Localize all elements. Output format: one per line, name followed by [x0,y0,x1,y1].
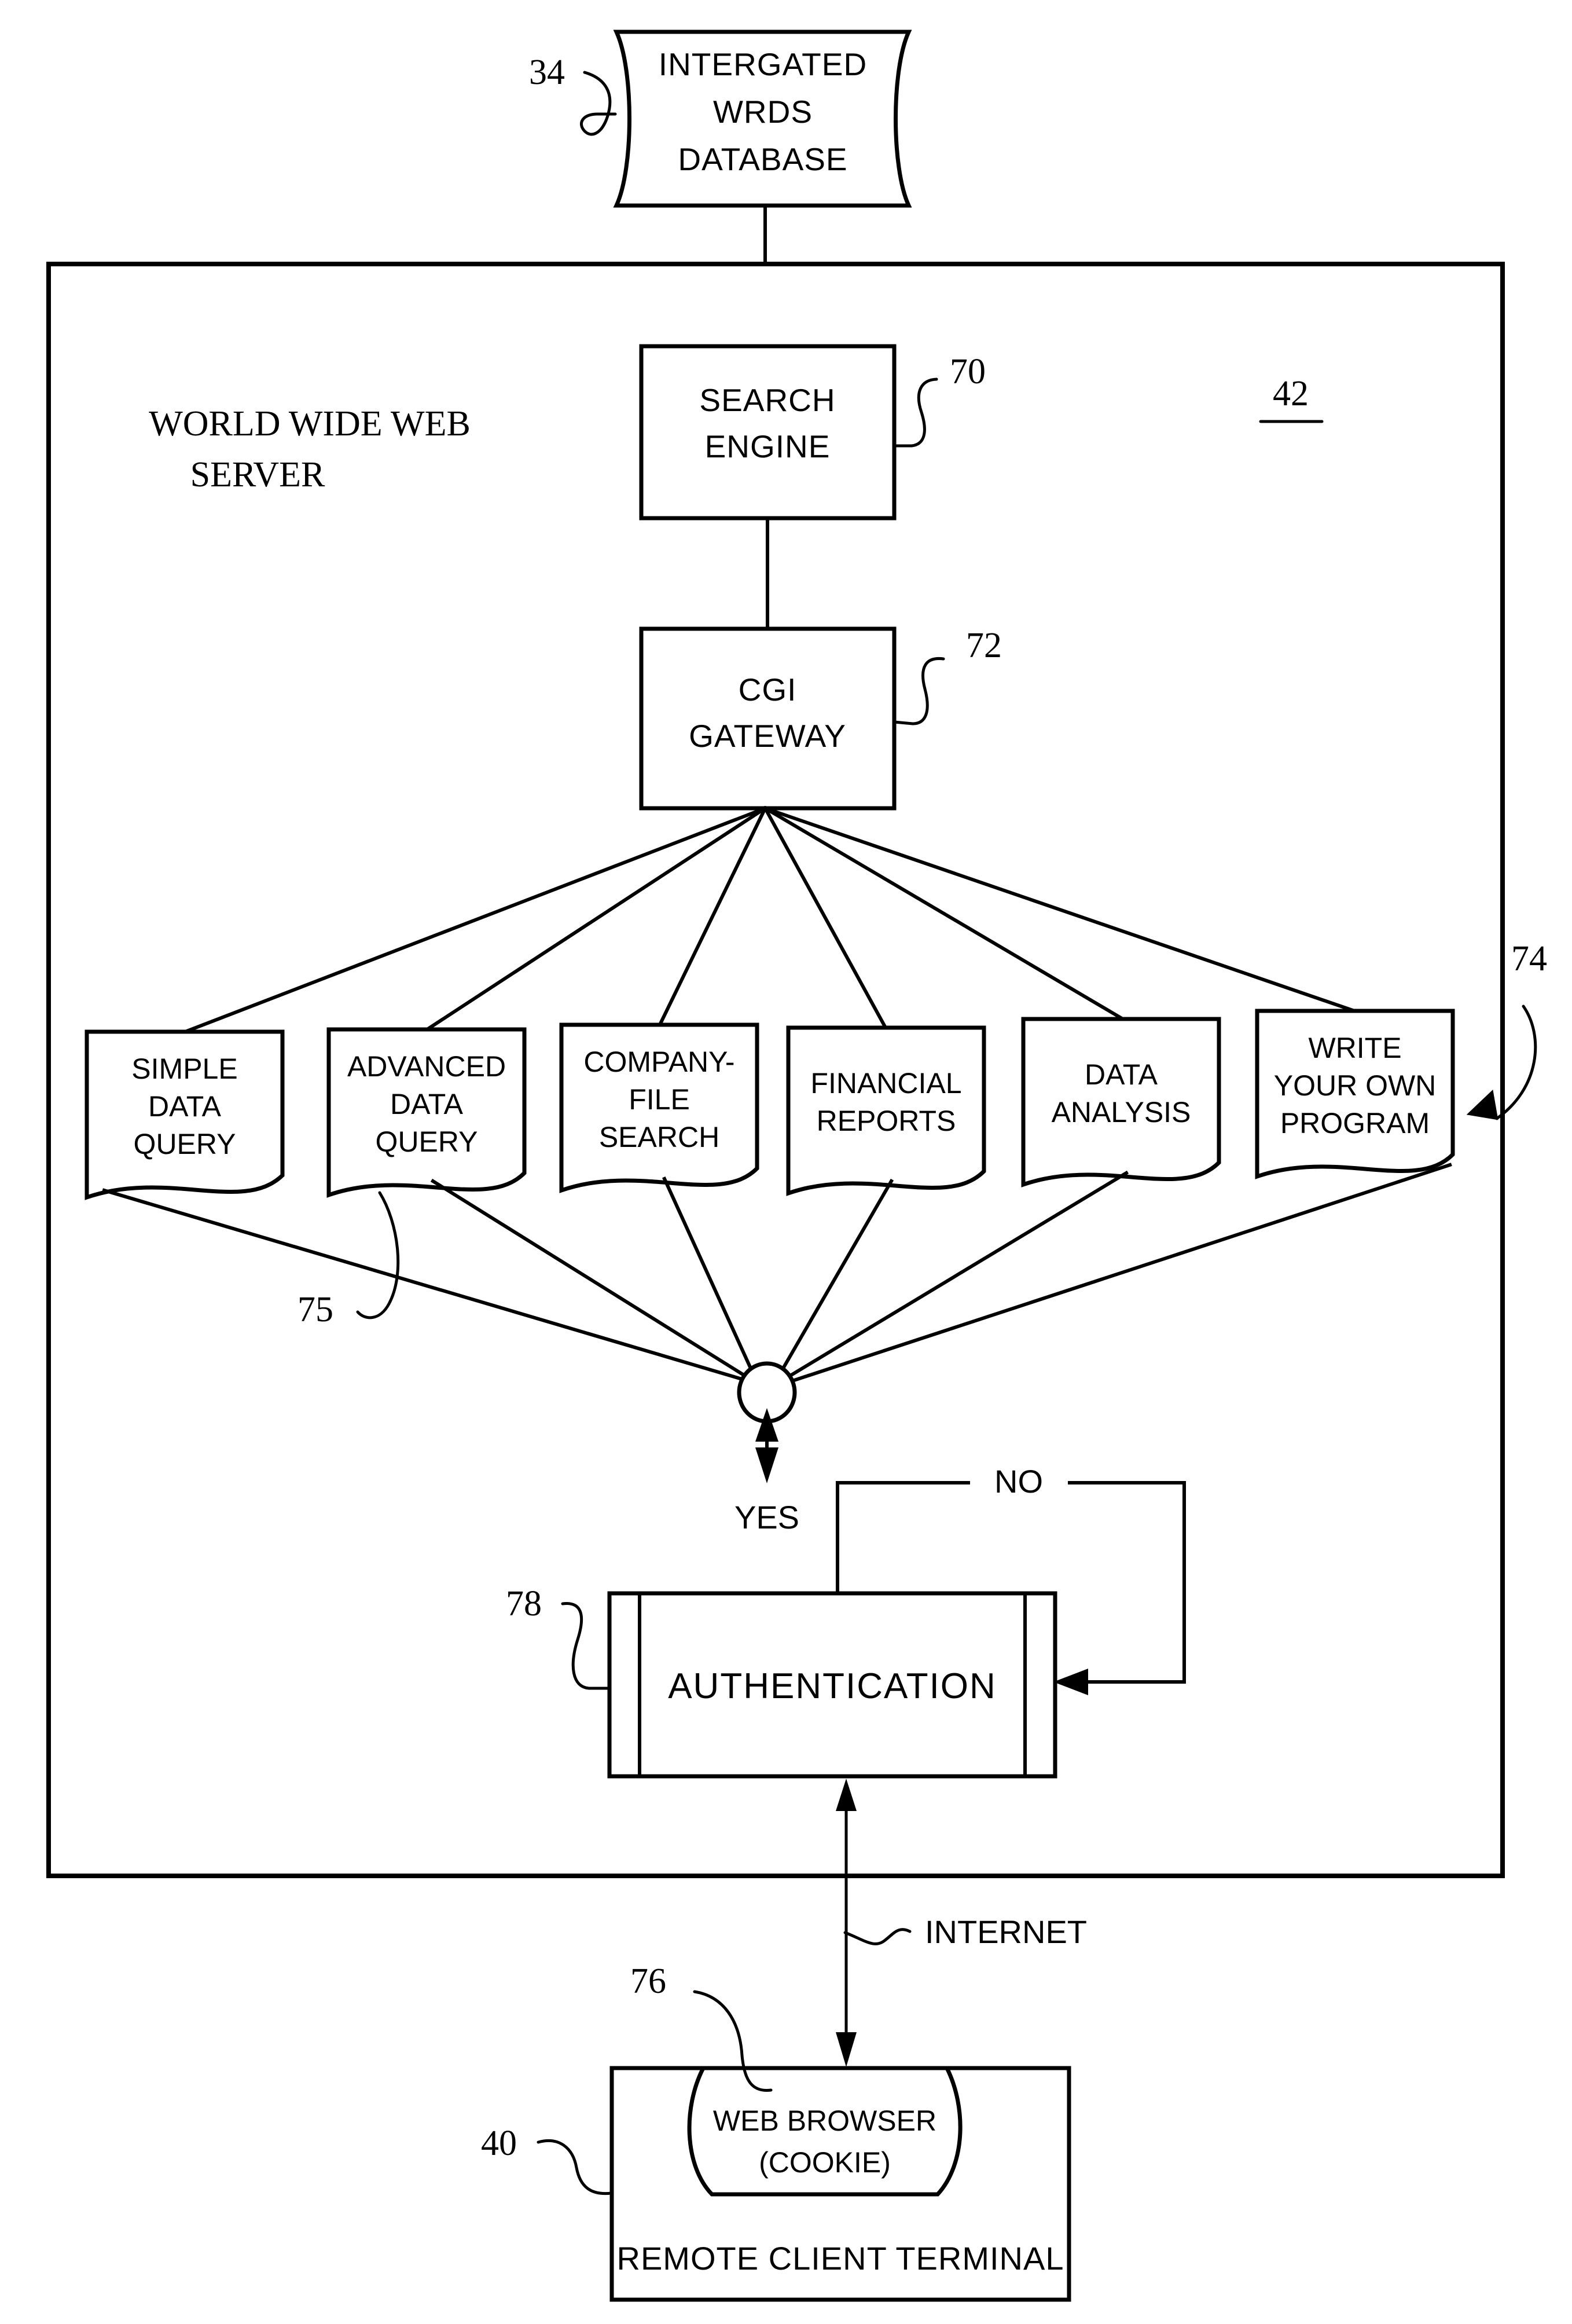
internet-annotation: INTERNET [843,1914,1087,1950]
ref-70-leader: 70 [892,352,986,448]
ref-40-label: 40 [481,2124,517,2163]
option-node-simple-data-query[interactable]: SIMPLE DATA QUERY [85,1029,285,1200]
options-to-junction-fanin [102,1163,1452,1383]
ref-42-group: 42 [1259,374,1324,423]
option-3-line-2: FILE [629,1083,690,1116]
option-node-company-file-search[interactable]: COMPANY- FILE SEARCH [559,1022,759,1193]
ref-76-label: 76 [630,1962,666,2001]
option-4-line-1: FINANCIAL [810,1067,961,1099]
option-node-financial-reports[interactable]: FINANCIAL REPORTS [786,1025,986,1196]
cgi-label-line-1: CGI [739,672,797,708]
server-title-line-2: SERVER [190,455,325,494]
ref-40-leader: 40 [481,2124,613,2195]
cgi-label-line-2: GATEWAY [689,718,846,754]
server-title: WORLD WIDE WEB SERVER [149,404,471,494]
option-2-line-3: QUERY [376,1126,478,1158]
database-label-line-2: WRDS [713,94,813,130]
ref-78-leader: 78 [506,1584,611,1690]
web-browser-node[interactable]: WEB BROWSER (COOKIE) [687,2066,963,2197]
option-3-line-3: SEARCH [599,1121,719,1153]
ref-72-label: 72 [966,626,1002,665]
search-engine-node: SEARCH ENGINE [639,344,897,520]
internet-link-arrow [836,1779,857,2067]
option-node-data-analysis[interactable]: DATA ANALYSIS [1021,1017,1221,1187]
ref-72-leader: 72 [892,626,1002,725]
option-2-line-2: DATA [390,1088,464,1120]
cgi-to-options-fanout [183,805,1357,1034]
option-1-line-3: QUERY [134,1128,236,1160]
ref-74-leader: 74 [1466,939,1547,1120]
authentication-label: AUTHENTICATION [668,1666,997,1706]
integrated-database-node: INTERGATED WRDS DATABASE [613,30,912,208]
yes-label: YES [734,1499,799,1535]
internet-label: INTERNET [925,1914,1087,1950]
patent-figure-canvas: INTERGATED WRDS DATABASE 34 WORLD WIDE W… [0,0,1572,2324]
search-engine-label-line-2: ENGINE [705,428,831,464]
option-5-line-1: DATA [1085,1058,1158,1091]
cgi-gateway-node: CGI GATEWAY [639,626,897,811]
ref-78-label: 78 [506,1584,542,1623]
option-5-line-2: ANALYSIS [1052,1096,1191,1128]
ref-34-leader: 34 [529,53,617,136]
database-label-line-1: INTERGATED [659,46,867,82]
ref-70-label: 70 [950,352,986,391]
no-loop-arrowhead [1053,1669,1088,1695]
option-node-write-your-own-program[interactable]: WRITE YOUR OWN PROGRAM [1255,1009,1455,1179]
option-6-line-3: PROGRAM [1280,1107,1430,1139]
remote-client-terminal-label: REMOTE CLIENT TERMINAL [617,2240,1064,2277]
no-label: NO [994,1463,1043,1500]
web-browser-line-2: (COOKIE) [759,2146,891,2179]
authentication-node[interactable]: AUTHENTICATION [607,1591,1057,1779]
ref-42-label: 42 [1273,374,1309,413]
ref-74-label: 74 [1511,939,1547,978]
ref-75-label: 75 [297,1290,333,1329]
option-3-line-1: COMPANY- [583,1046,734,1078]
option-node-advanced-data-query[interactable]: ADVANCED DATA QUERY [326,1027,527,1198]
option-6-line-2: YOUR OWN [1274,1069,1437,1102]
option-1-line-2: DATA [148,1090,222,1123]
ref-34-label: 34 [529,53,565,92]
option-6-line-1: WRITE [1308,1032,1401,1064]
option-4-line-2: REPORTS [817,1105,956,1137]
ref-74-arrowhead [1466,1089,1498,1120]
search-engine-label-line-1: SEARCH [699,382,835,418]
server-title-line-1: WORLD WIDE WEB [149,404,471,443]
option-1-line-1: SIMPLE [131,1053,237,1085]
database-label-line-3: DATABASE [678,141,847,177]
option-2-line-1: ADVANCED [347,1050,506,1083]
web-browser-line-1: WEB BROWSER [713,2105,936,2137]
